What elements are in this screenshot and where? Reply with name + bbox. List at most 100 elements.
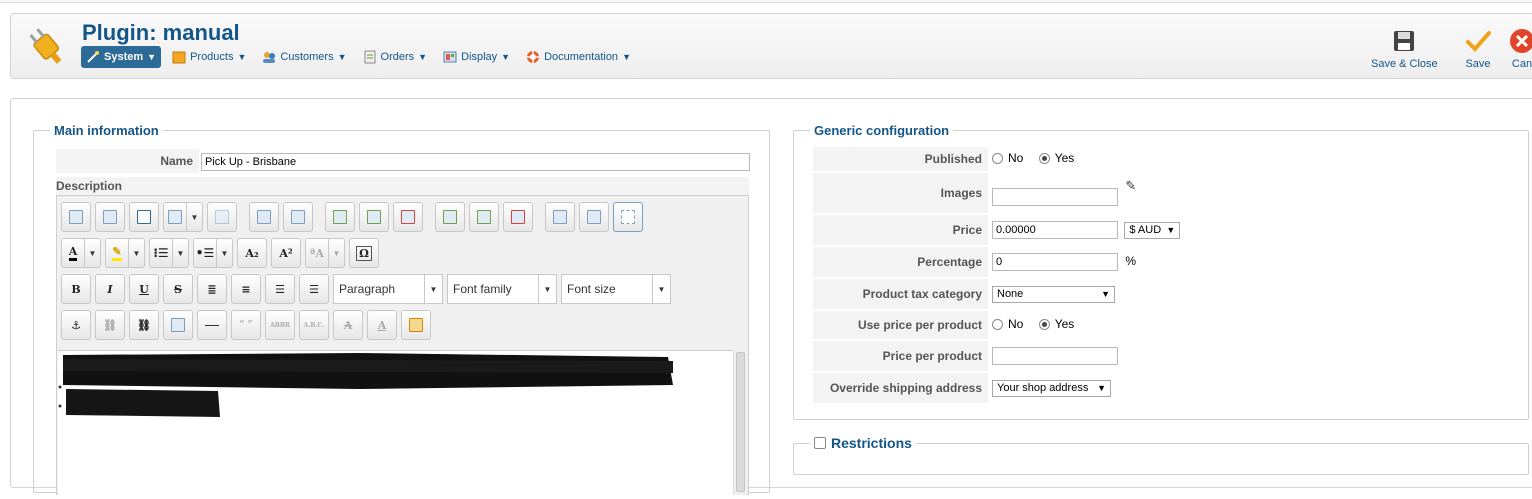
merge-cells-button[interactable] [545,202,575,232]
restrictions-checkbox[interactable] [814,437,826,449]
ordered-list-button[interactable]: ⁝☰ [149,238,173,268]
strikethrough-button[interactable]: S [163,274,193,304]
ordered-list-dropdown[interactable]: ▼ [173,238,189,268]
menu-customers[interactable]: Customers ▼ [257,46,351,68]
fullscreen-button[interactable] [129,202,159,232]
menu-system[interactable]: System ▼ [81,46,162,68]
price-input[interactable] [992,221,1118,239]
images-input[interactable] [992,188,1118,206]
image-button[interactable] [163,310,193,340]
published-yes-radio[interactable]: Yes [1038,151,1074,165]
delete-row-button[interactable] [393,202,423,232]
new-document-icon [69,210,83,224]
bullet-list-dropdown[interactable]: ▼ [217,238,233,268]
insert-image-dropdown[interactable]: ▼ [187,202,203,232]
editor-content-area[interactable] [58,350,734,495]
lifebuoy-icon [527,51,540,63]
menu-display[interactable]: Display ▼ [438,46,515,68]
currency-select[interactable]: $ AUD ▼ [1124,221,1181,239]
row-before-button[interactable] [325,202,355,232]
editor-scrollbar[interactable] [733,350,747,495]
abbreviation-button[interactable]: ABBR [265,310,295,340]
cancel-button[interactable]: Can [1509,28,1532,70]
new-document-button[interactable] [61,202,91,232]
subscript-button[interactable]: A₂ [237,238,267,268]
scrollbar-thumb[interactable] [736,352,745,492]
row-after-icon [367,210,381,224]
source-code-button[interactable] [95,202,125,232]
acronym-button[interactable]: A.B.C. [299,310,329,340]
price-per-product-row: Price per product [813,341,1513,371]
omega-icon: Ω [356,245,372,261]
horizontal-rule-icon [205,324,219,326]
use-price-no-radio[interactable]: No [992,317,1023,331]
italic-button[interactable]: I [95,274,125,304]
visual-aid-button[interactable] [613,202,643,232]
blockquote-button[interactable]: “ ” [231,310,261,340]
close-icon [1510,29,1532,53]
top-strip [0,0,1532,3]
delete-col-button[interactable] [503,202,533,232]
use-price-yes-radio[interactable]: Yes [1038,317,1074,331]
align-center-button[interactable]: ≡ [231,274,261,304]
override-shipping-value: Your shop address [997,382,1089,394]
save-button[interactable]: Save [1465,28,1491,70]
percentage-input[interactable] [992,253,1118,271]
paste-word-button[interactable] [401,310,431,340]
text-color-dropdown[interactable]: ▼ [85,238,101,268]
unlink-button[interactable]: ⛓ [95,310,125,340]
main-information-legend: Main information [54,123,159,138]
delete-col-icon [511,210,525,224]
pencil-icon[interactable]: ✎ [1125,179,1136,194]
col-before-button[interactable] [435,202,465,232]
menu-documentation[interactable]: Documentation ▼ [521,46,636,68]
menu-orders[interactable]: Orders ▼ [358,46,433,68]
row-after-button[interactable] [359,202,389,232]
table-props-button[interactable] [283,202,313,232]
tax-category-select[interactable]: None ▼ [992,285,1115,303]
price-per-product-input[interactable] [992,347,1118,365]
highlight-dropdown[interactable]: ▼ [129,238,145,268]
delete-table-button[interactable] [207,202,237,232]
table-props-icon [291,210,305,224]
character-map-dropdown[interactable]: ▼ [329,238,345,268]
format-select[interactable]: Paragraph ▼ [333,274,443,304]
split-cells-button[interactable] [579,202,609,232]
radio-icon [992,152,1003,164]
text-color-button[interactable]: A [61,238,85,268]
align-justify-button[interactable]: ≣ [197,274,227,304]
save-close-button[interactable]: Save & Close [1371,28,1438,70]
align-left-button[interactable]: ☰ [265,274,295,304]
deletion-button[interactable]: A [333,310,363,340]
menu-products[interactable]: Products ▼ [167,46,251,68]
horizontal-rule-button[interactable] [197,310,227,340]
align-right-button[interactable]: ☰ [299,274,329,304]
save-close-label: Save & Close [1371,58,1438,70]
published-no-radio[interactable]: No [992,151,1023,165]
font-size-select[interactable]: Font size ▼ [561,274,671,304]
col-after-button[interactable] [469,202,499,232]
name-input[interactable] [201,153,750,171]
bullet-list-button[interactable]: •☰ [193,238,217,268]
bold-button[interactable]: B [61,274,91,304]
link-button[interactable]: ⛓ [129,310,159,340]
cancel-label: Can [1511,58,1532,70]
restrictions-legend: Restrictions [810,435,916,451]
delete-table-icon [215,210,229,224]
orders-icon [364,50,376,64]
insert-image-button[interactable] [163,202,187,232]
font-family-select[interactable]: Font family ▼ [447,274,557,304]
superscript-button[interactable]: A² [271,238,301,268]
highlight-button[interactable]: ✎ [105,238,129,268]
underline-button[interactable]: U [129,274,159,304]
anchor-button[interactable]: ⚓ [61,310,91,340]
override-shipping-select[interactable]: Your shop address ▼ [992,379,1111,397]
special-char-button[interactable]: Ω [349,238,379,268]
insertion-button[interactable]: A [367,310,397,340]
highlighter-icon: ✎ [112,245,122,261]
table-button[interactable] [249,202,279,232]
chevron-down-icon: ▼ [652,275,670,303]
character-map-split-button[interactable]: ªA [305,238,329,268]
radio-selected-icon [1038,152,1050,164]
no-label: No [1008,151,1024,166]
